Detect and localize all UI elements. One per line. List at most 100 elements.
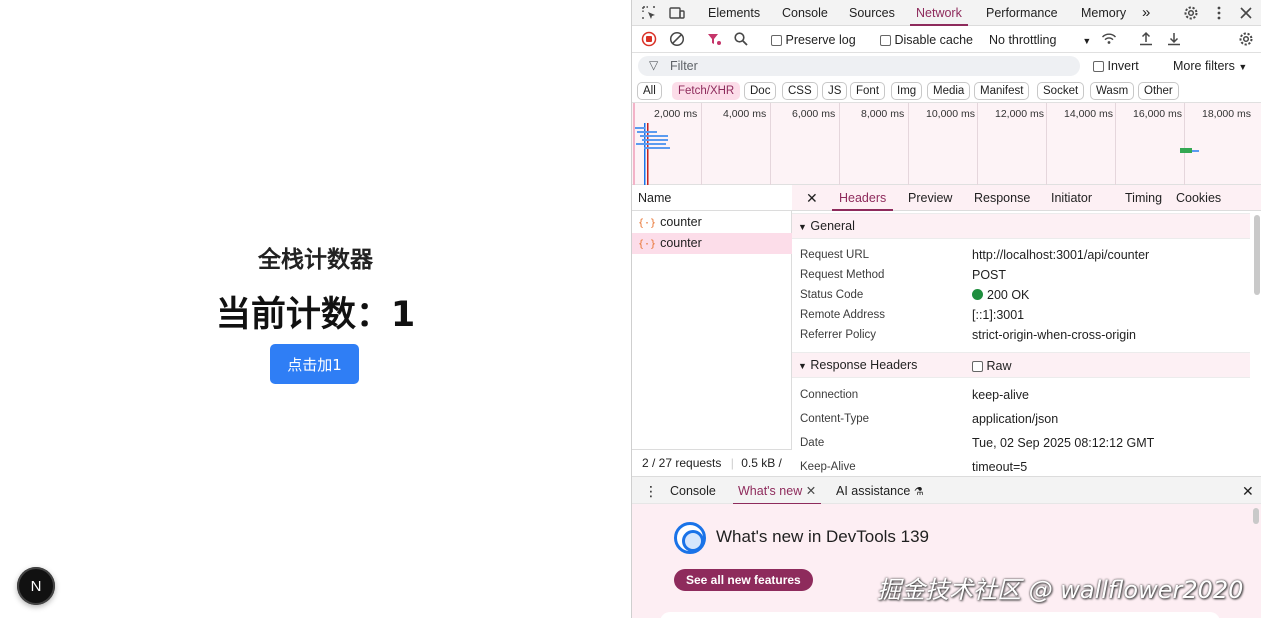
tab-network[interactable]: Network bbox=[910, 0, 968, 26]
device-toolbar-icon[interactable] bbox=[668, 4, 686, 22]
more-tabs-icon[interactable]: » bbox=[1142, 0, 1150, 26]
settings-gear-icon[interactable] bbox=[1182, 4, 1200, 22]
header-value: strict-origin-when-cross-origin bbox=[972, 328, 1136, 342]
increment-button[interactable]: 点击加1 bbox=[270, 344, 359, 384]
devtools-panel: Elements Console Sources Network Perform… bbox=[631, 0, 1261, 618]
flask-icon: ⚗ bbox=[913, 486, 924, 498]
tab-performance[interactable]: Performance bbox=[986, 0, 1058, 26]
tab-sources[interactable]: Sources bbox=[849, 0, 895, 26]
type-filter-wasm[interactable]: Wasm bbox=[1090, 82, 1135, 100]
filter-funnel-icon[interactable] bbox=[705, 30, 723, 48]
more-filters-dropdown[interactable]: More filters ▼ bbox=[1173, 59, 1247, 73]
request-name: counter bbox=[660, 236, 702, 250]
tab-headers[interactable]: Headers bbox=[832, 185, 894, 211]
type-filter-media[interactable]: Media bbox=[927, 82, 971, 100]
tab-console[interactable]: Console bbox=[782, 0, 828, 26]
type-filter-css[interactable]: CSS bbox=[782, 82, 818, 100]
preserve-log-checkbox[interactable]: Preserve log bbox=[771, 33, 856, 47]
tab-memory[interactable]: Memory bbox=[1081, 0, 1126, 26]
inspect-element-icon[interactable] bbox=[640, 4, 658, 22]
checkbox-icon bbox=[1093, 61, 1104, 73]
see-all-features-button[interactable]: See all new features bbox=[674, 569, 813, 591]
drawer-tab-whats-new[interactable]: What's new ✕ bbox=[733, 477, 822, 505]
transfer-size: 0.5 kB / bbox=[741, 456, 782, 470]
more-options-icon[interactable] bbox=[1210, 4, 1228, 22]
clear-icon[interactable] bbox=[668, 30, 686, 48]
watermark: 掘金技术社区 @ wallflower2020 bbox=[877, 576, 1244, 604]
close-drawer-icon[interactable]: ✕ bbox=[1242, 477, 1254, 505]
checkbox-icon bbox=[972, 361, 983, 373]
nextjs-dev-badge[interactable]: N bbox=[17, 567, 55, 605]
counter-display: 当前计数：1 bbox=[215, 295, 416, 335]
whats-new-card[interactable] bbox=[660, 612, 1220, 618]
type-filter-doc[interactable]: Doc bbox=[744, 82, 777, 100]
type-filter-fetch-xhr[interactable]: Fetch/XHR bbox=[672, 82, 741, 100]
type-filter-js[interactable]: JS bbox=[822, 82, 848, 100]
type-filter-img[interactable]: Img bbox=[891, 82, 923, 100]
type-filter-other[interactable]: Other bbox=[1138, 82, 1179, 100]
response-headers-section-header[interactable]: ▼ Response Headers Raw bbox=[792, 352, 1250, 378]
drawer-menu-icon[interactable]: ⋮ bbox=[644, 477, 658, 505]
close-tab-icon[interactable]: ✕ bbox=[806, 484, 816, 498]
network-conditions-icon[interactable] bbox=[1100, 30, 1118, 48]
tab-timing[interactable]: Timing bbox=[1125, 185, 1162, 211]
import-har-icon[interactable] bbox=[1137, 30, 1155, 48]
header-value: keep-alive bbox=[972, 388, 1029, 402]
export-har-icon[interactable] bbox=[1165, 30, 1183, 48]
network-settings-gear-icon[interactable] bbox=[1237, 30, 1255, 48]
header-key: Content-Type bbox=[800, 413, 870, 425]
type-filter-manifest[interactable]: Manifest bbox=[974, 82, 1030, 100]
fetch-request-icon: {·} bbox=[638, 218, 657, 229]
drawer-tab-label: AI assistance bbox=[836, 484, 911, 498]
tab-response[interactable]: Response bbox=[974, 185, 1030, 211]
chevron-down-icon: ▼ bbox=[1082, 36, 1092, 46]
disable-cache-checkbox[interactable]: Disable cache bbox=[880, 33, 973, 47]
tab-elements[interactable]: Elements bbox=[708, 0, 760, 26]
tab-preview[interactable]: Preview bbox=[908, 185, 952, 211]
header-value: POST bbox=[972, 268, 1007, 282]
throttling-value: No throttling bbox=[989, 33, 1057, 47]
raw-checkbox[interactable]: Raw bbox=[972, 359, 1012, 373]
resource-type-filters: All Fetch/XHR Doc CSS JS Font Img Media … bbox=[632, 79, 1261, 103]
header-value: [::1]:3001 bbox=[972, 308, 1025, 322]
name-column-header[interactable]: Name bbox=[632, 185, 792, 211]
request-row-selected[interactable]: {·} counter bbox=[632, 233, 792, 254]
general-section-header[interactable]: ▼ General bbox=[792, 213, 1250, 239]
chevron-down-icon: ▼ bbox=[1238, 62, 1248, 72]
header-key: Request Method bbox=[800, 269, 885, 281]
header-value: application/json bbox=[972, 412, 1059, 426]
tab-initiator[interactable]: Initiator bbox=[1051, 185, 1092, 211]
checkbox-icon bbox=[771, 35, 782, 47]
nextjs-logo-icon: N bbox=[30, 577, 42, 595]
page-title: 全栈计数器 bbox=[258, 247, 373, 273]
throttling-select[interactable]: No throttling ▼ bbox=[989, 33, 1091, 47]
drawer-tab-console[interactable]: Console bbox=[670, 477, 716, 505]
header-key: Date bbox=[800, 437, 825, 449]
response-headers-title: Response Headers bbox=[810, 358, 918, 372]
drawer-tab-ai-assistance[interactable]: AI assistance ⚗ bbox=[836, 477, 924, 505]
request-name: counter bbox=[660, 215, 702, 229]
filter-input[interactable]: ▽ Filter bbox=[638, 56, 1080, 76]
search-icon[interactable] bbox=[732, 30, 750, 48]
general-title: General bbox=[810, 219, 855, 233]
triangle-down-icon: ▼ bbox=[798, 222, 807, 232]
close-detail-icon[interactable]: ✕ bbox=[806, 185, 818, 211]
detail-scrollbar[interactable] bbox=[1254, 215, 1260, 295]
invert-checkbox[interactable]: Invert bbox=[1093, 59, 1139, 73]
type-filter-font[interactable]: Font bbox=[850, 82, 886, 100]
chrome-devtools-logo-icon bbox=[674, 522, 706, 554]
request-row[interactable]: {·} counter bbox=[632, 212, 792, 233]
network-overview-timeline[interactable]: 2,000 ms 4,000 ms 6,000 ms 8,000 ms 10,0… bbox=[632, 103, 1261, 185]
header-key: Request URL bbox=[800, 249, 870, 261]
type-filter-all[interactable]: All bbox=[637, 82, 662, 100]
network-toolbar: Preserve log Disable cache No throttling… bbox=[632, 26, 1261, 53]
tab-cookies[interactable]: Cookies bbox=[1176, 185, 1221, 211]
stop-recording-icon[interactable] bbox=[640, 30, 658, 48]
triangle-down-icon: ▼ bbox=[798, 361, 807, 371]
close-devtools-icon[interactable] bbox=[1237, 4, 1255, 22]
header-key: Referrer Policy bbox=[800, 329, 877, 341]
type-filter-socket[interactable]: Socket bbox=[1037, 82, 1085, 100]
timeline-waterfall-bars bbox=[633, 103, 1199, 185]
whats-new-scrollbar[interactable] bbox=[1253, 508, 1259, 524]
status-code-text: 200 OK bbox=[987, 288, 1030, 302]
